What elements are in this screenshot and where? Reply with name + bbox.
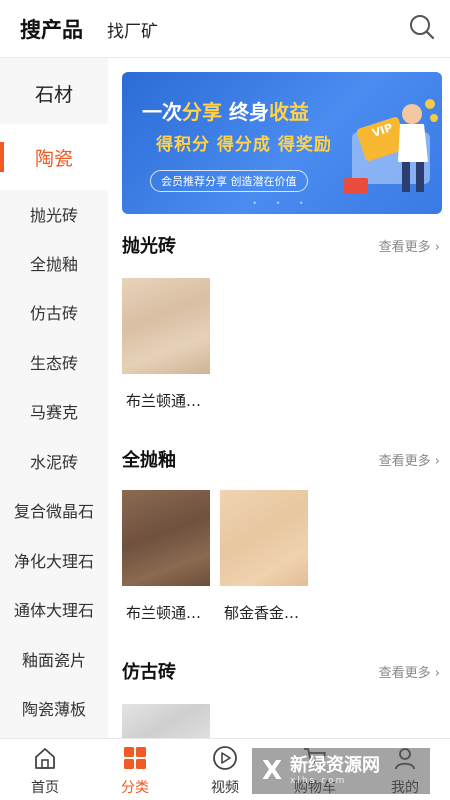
search-icon[interactable]: [408, 13, 436, 41]
sidebar-item[interactable]: 抛光砖: [0, 202, 108, 226]
banner-text: 一次: [142, 100, 182, 124]
sidebar-item-label: 陶瓷: [34, 148, 73, 170]
watermark-title: 新绿资源网: [290, 755, 381, 776]
banner-text-highlight: 收益: [268, 100, 309, 124]
product-image[interactable]: [122, 704, 210, 738]
tab-find-factories[interactable]: 找厂矿: [107, 17, 158, 42]
sidebar-item[interactable]: 全抛釉: [0, 251, 108, 275]
view-more-link[interactable]: 查看更多 ›: [379, 450, 440, 469]
sidebar-item[interactable]: 通体大理石: [0, 597, 108, 621]
view-more-label: 查看更多: [378, 240, 431, 255]
category-icon: [124, 747, 146, 769]
sidebar-item[interactable]: 复合微晶石: [0, 498, 108, 522]
carousel-dots: • • •: [252, 199, 312, 208]
banner-text-highlight: 分享: [182, 100, 222, 124]
site-watermark: X 新绿资源网 xlhs.com: [252, 748, 430, 794]
nav-label: 首页: [31, 780, 59, 796]
section-title: 抛光砖: [122, 236, 176, 257]
sidebar-item[interactable]: 陶瓷薄板: [0, 696, 108, 720]
watermark-url: xlhs.com: [290, 776, 347, 786]
watermark-text: 新绿资源网 xlhs.com: [290, 755, 381, 787]
banner-tagline: 会员推荐分享 创造潜在价值: [150, 170, 308, 192]
chevron-right-icon: ›: [434, 240, 440, 255]
sidebar-item-ceramic[interactable]: 陶瓷: [0, 124, 108, 190]
chevron-right-icon: ›: [434, 454, 440, 469]
view-more-link[interactable]: 查看更多 ›: [379, 662, 440, 681]
play-icon: [213, 746, 237, 770]
sidebar-item[interactable]: 马赛克: [0, 399, 108, 423]
product-name[interactable]: 郁金香金…: [224, 602, 299, 623]
product-name[interactable]: 布兰顿通…: [126, 390, 201, 411]
banner-subline: 得积分 得分成 得奖励: [156, 135, 332, 155]
banner-text: 终身: [222, 100, 269, 124]
sidebar-item[interactable]: 釉面瓷片: [0, 647, 108, 671]
tab-search-products[interactable]: 搜产品: [20, 14, 83, 44]
nav-category[interactable]: 分类: [90, 745, 180, 797]
category-content: 一次分享 终身收益 得积分 得分成 得奖励 会员推荐分享 创造潜在价值 VIP …: [108, 58, 450, 738]
product-name[interactable]: 布兰顿通…: [126, 602, 201, 623]
sidebar-item-stone[interactable]: 石材: [0, 80, 108, 107]
chevron-right-icon: ›: [434, 666, 440, 681]
top-header: 搜产品 找厂矿: [0, 0, 450, 58]
section-title: 全抛釉: [122, 450, 176, 471]
vip-card-illustration: [344, 99, 438, 194]
nav-label: 分类: [121, 780, 149, 796]
sidebar-item[interactable]: 净化大理石: [0, 548, 108, 572]
sidebar-item[interactable]: 仿古砖: [0, 300, 108, 324]
product-image[interactable]: [122, 278, 210, 374]
sidebar-item[interactable]: 生态砖: [0, 350, 108, 374]
product-image[interactable]: [220, 490, 308, 586]
category-sidebar: 石材 陶瓷 抛光砖 全抛釉 仿古砖 生态砖 马赛克 水泥砖 复合微晶石 净化大理…: [0, 58, 108, 738]
banner-headline: 一次分享 终身收益: [142, 96, 309, 125]
sidebar-item[interactable]: 水泥砖: [0, 449, 108, 473]
home-icon: [35, 748, 55, 769]
view-more-link[interactable]: 查看更多 ›: [379, 236, 440, 255]
section-title: 仿古砖: [122, 662, 176, 683]
watermark-logo: X: [262, 756, 283, 786]
view-more-label: 查看更多: [378, 666, 431, 681]
nav-home[interactable]: 首页: [0, 745, 90, 797]
promo-banner[interactable]: 一次分享 终身收益 得积分 得分成 得奖励 会员推荐分享 创造潜在价值 VIP …: [122, 72, 442, 214]
product-image[interactable]: [122, 490, 210, 586]
view-more-label: 查看更多: [378, 454, 431, 469]
